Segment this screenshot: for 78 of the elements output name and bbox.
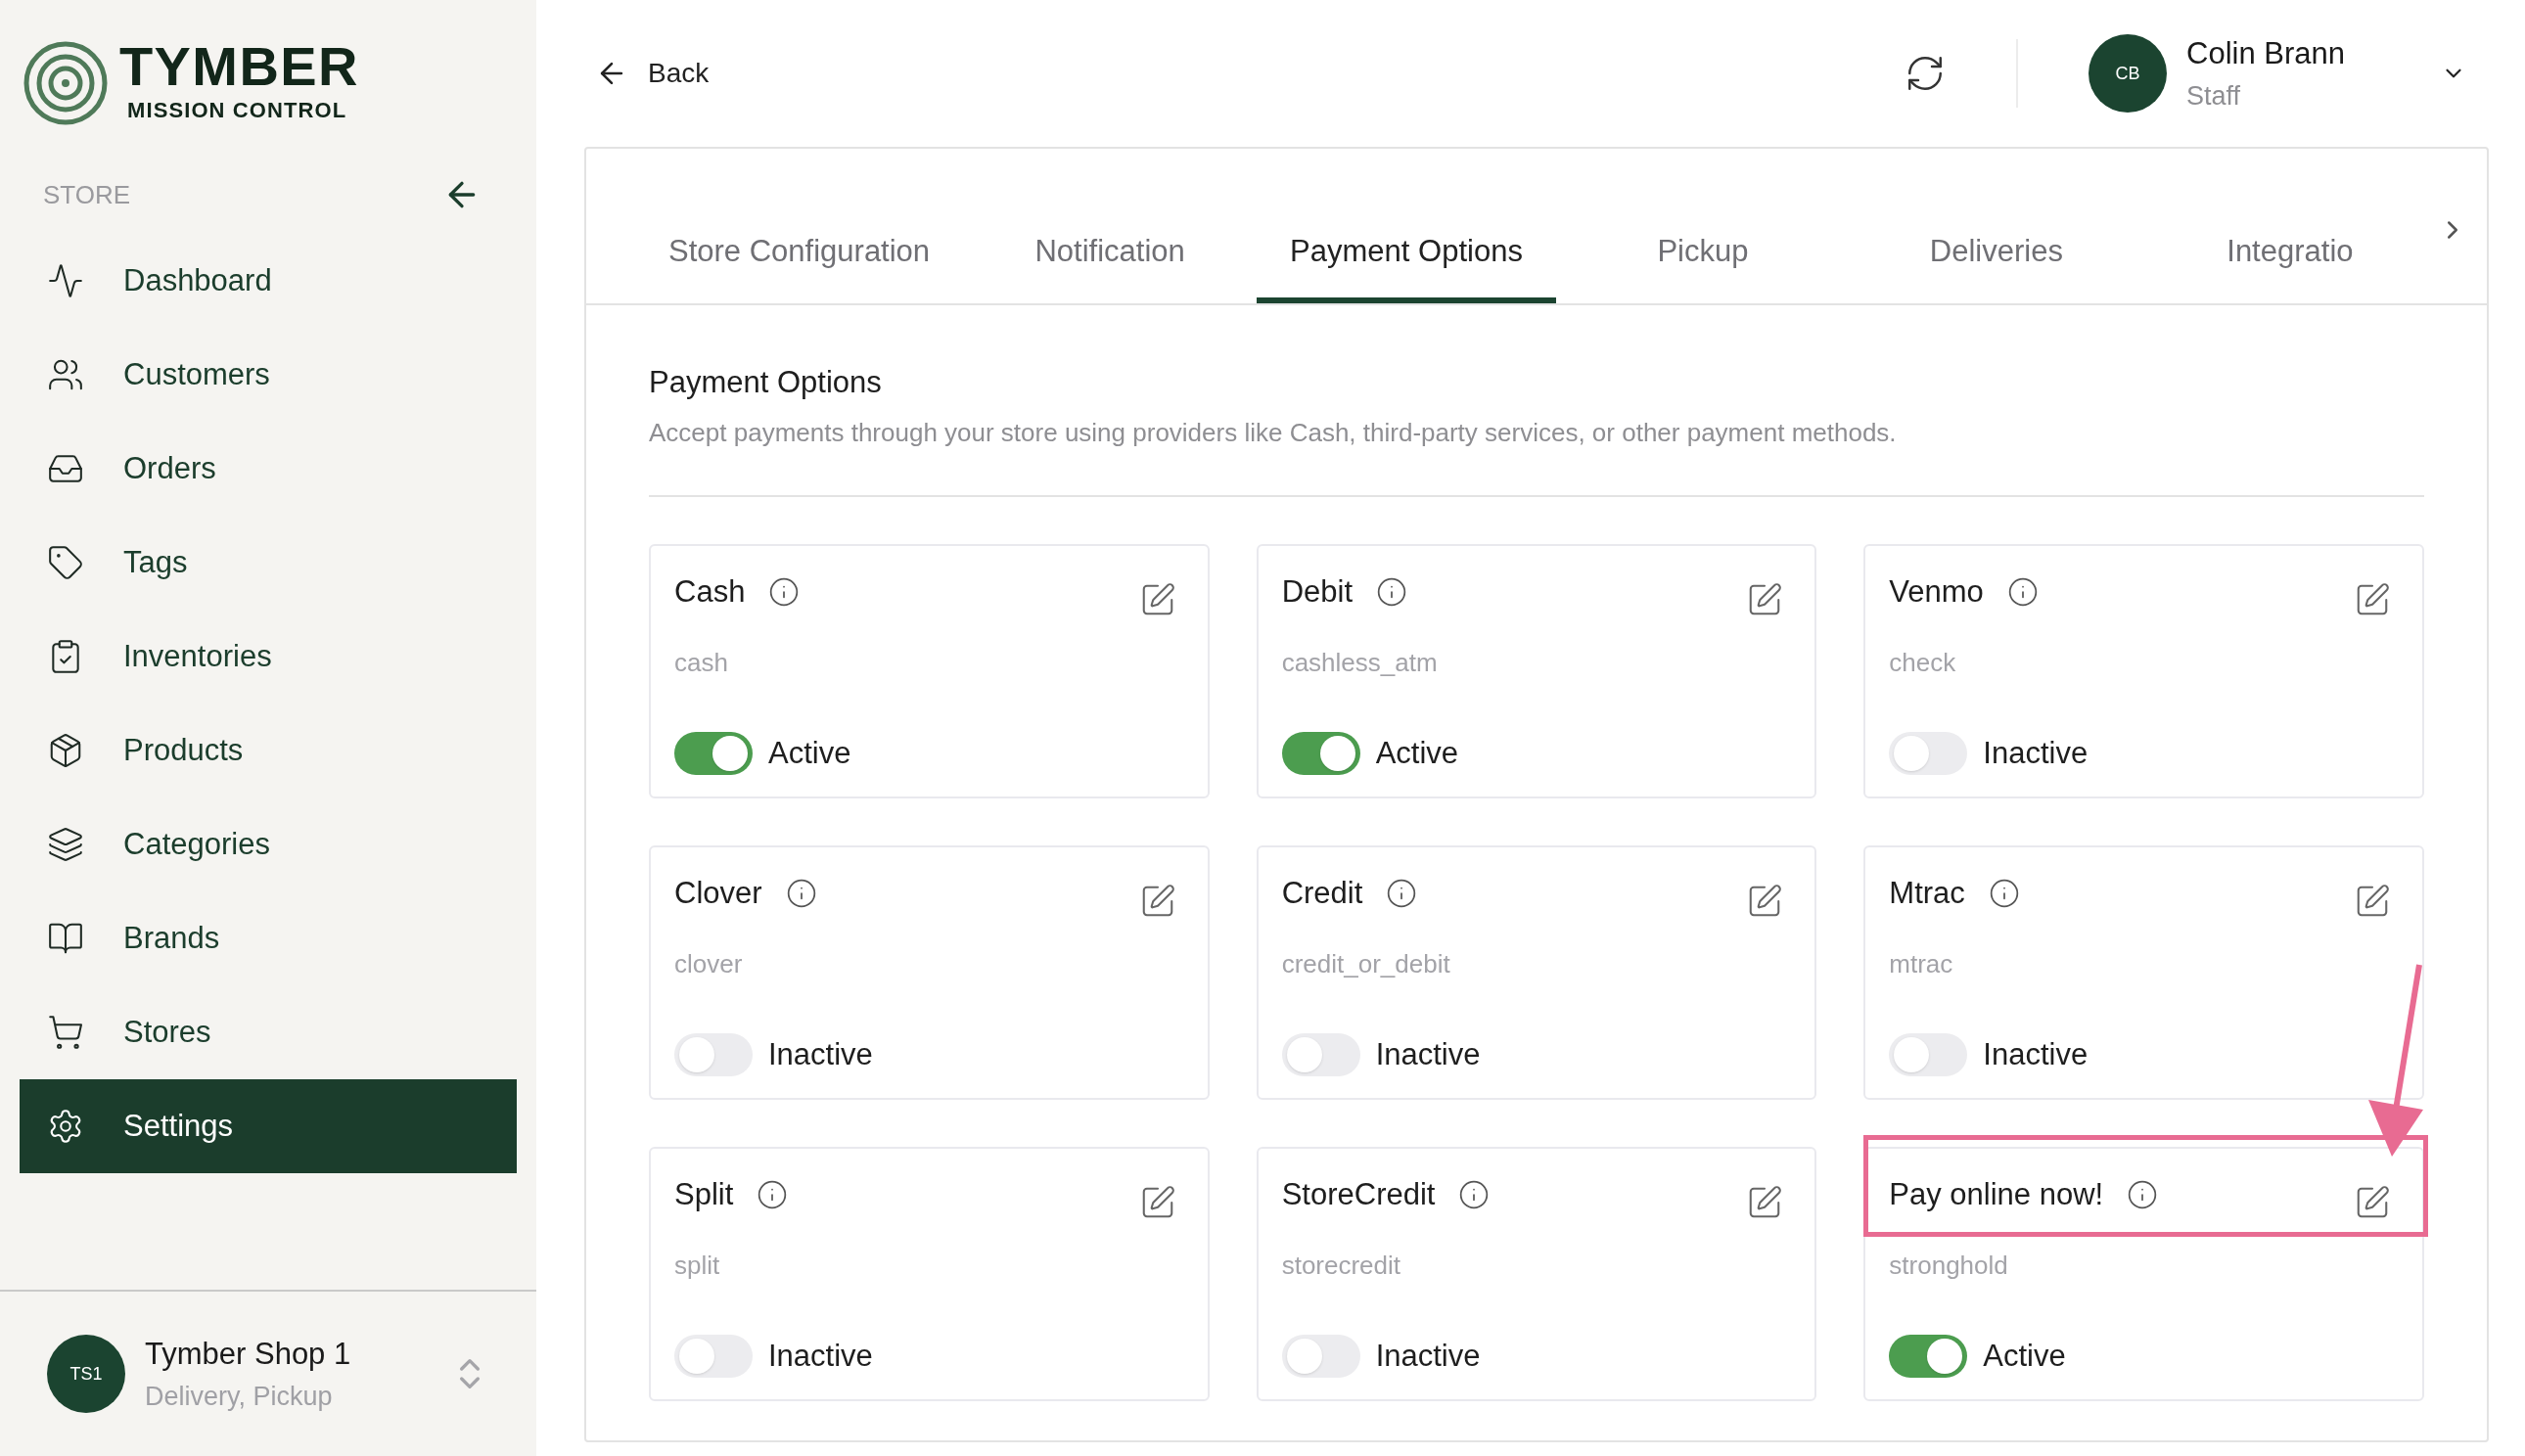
store-name: Tymber Shop 1 — [145, 1335, 352, 1373]
option-name: Clover — [674, 874, 762, 912]
option-name: Pay online now! — [1889, 1175, 2104, 1213]
tag-icon — [47, 544, 84, 581]
option-code: storecredit — [1281, 1249, 1402, 1282]
info-icon[interactable] — [2006, 575, 2039, 608]
sidebar-item[interactable]: Settings — [20, 1079, 517, 1173]
user-name: Colin Brann — [2186, 34, 2346, 72]
tab[interactable]: Integratio — [2142, 205, 2437, 303]
toggle-switch[interactable] — [674, 1335, 753, 1379]
tab[interactable]: Payment Options — [1257, 205, 1556, 303]
option-name: Cash — [674, 572, 746, 611]
info-icon[interactable] — [1386, 877, 1418, 909]
info-icon[interactable] — [1988, 877, 2020, 909]
sidebar-item[interactable]: Categories — [20, 797, 517, 891]
option-code: split — [674, 1249, 721, 1282]
status-label: Active — [1375, 735, 1459, 772]
status-label: Inactive — [1375, 1036, 1481, 1073]
option-name: Mtrac — [1889, 874, 1965, 912]
tab[interactable]: Pickup — [1555, 205, 1850, 303]
user-avatar: CB — [2089, 34, 2167, 113]
toggle-switch[interactable] — [674, 732, 753, 776]
option-code: cashless_atm — [1281, 646, 1439, 679]
info-icon[interactable] — [1458, 1178, 1491, 1210]
sidebar-item[interactable]: Brands — [20, 891, 517, 985]
toggle-switch[interactable] — [1281, 1033, 1360, 1077]
option-code: mtrac — [1889, 947, 1954, 980]
store-avatar: TS1 — [47, 1335, 125, 1413]
layers-icon — [47, 826, 84, 863]
status-label: Inactive — [1983, 1036, 2089, 1073]
logo-subtitle: MISSION CONTROL — [126, 97, 348, 124]
sidebar-item[interactable]: Inventories — [20, 610, 517, 704]
info-icon[interactable] — [1376, 575, 1408, 608]
status-label: Active — [768, 735, 851, 772]
toggle-switch[interactable] — [1889, 1033, 1968, 1077]
section-description: Accept payments through your store using providers like Cash, third-party services, or other payment methods. — [649, 416, 1898, 449]
status-label: Active — [1983, 1338, 2066, 1375]
sidebar-item[interactable]: Tags — [20, 516, 517, 610]
section-title: Payment Options — [649, 364, 883, 401]
option-code: cash — [674, 646, 729, 679]
user-role: Staff — [2186, 80, 2242, 113]
sidebar-item[interactable]: Stores — [20, 985, 517, 1079]
tab[interactable]: Store Configuration — [635, 205, 964, 303]
target-logo-icon — [23, 40, 108, 125]
tab[interactable]: Notification — [963, 205, 1258, 303]
toggle-switch[interactable] — [674, 1033, 753, 1077]
option-code: check — [1889, 646, 1957, 679]
info-icon[interactable] — [768, 575, 801, 608]
option-code: clover — [674, 947, 744, 980]
status-label: Inactive — [768, 1036, 873, 1073]
option-name: Split — [674, 1175, 734, 1213]
toggle-switch[interactable] — [1889, 732, 1968, 776]
pulse-icon — [47, 262, 84, 299]
status-label: Inactive — [768, 1338, 873, 1375]
option-name: Debit — [1281, 572, 1354, 611]
option-code: credit_or_debit — [1281, 947, 1451, 980]
toggle-switch[interactable] — [1281, 1335, 1360, 1379]
info-icon[interactable] — [2127, 1178, 2159, 1210]
store-modes: Delivery, Pickup — [145, 1381, 334, 1413]
status-label: Inactive — [1375, 1338, 1481, 1375]
toggle-switch[interactable] — [1281, 732, 1360, 776]
tab[interactable]: Deliveries — [1849, 205, 2143, 303]
toggle-switch[interactable] — [1889, 1335, 1968, 1379]
sidebar-item[interactable]: Dashboard — [20, 234, 517, 328]
sidebar-item[interactable]: Orders — [20, 422, 517, 516]
info-icon[interactable] — [757, 1178, 789, 1210]
option-name: StoreCredit — [1281, 1175, 1436, 1213]
option-name: Venmo — [1889, 572, 1984, 611]
cart-icon — [47, 1014, 84, 1051]
option-code: stronghold — [1889, 1249, 2009, 1282]
section-label: STORE — [43, 178, 131, 211]
sidebar-item[interactable]: Customers — [20, 328, 517, 422]
logo-wordmark: TYMBER — [119, 39, 359, 94]
info-icon[interactable] — [785, 877, 817, 909]
back-link[interactable]: Back — [595, 53, 710, 94]
status-label: Inactive — [1983, 735, 2089, 772]
option-name: Credit — [1281, 874, 1363, 912]
sidebar-item[interactable]: Products — [20, 704, 517, 797]
